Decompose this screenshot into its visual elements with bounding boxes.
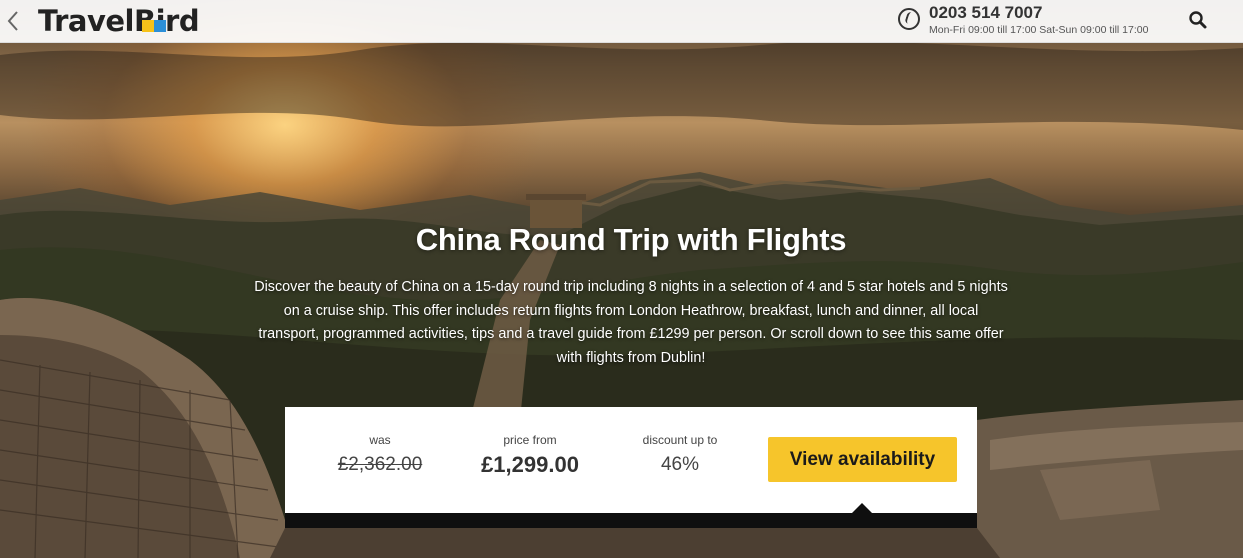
was-price-column: was £2,362.00	[320, 407, 440, 513]
phone-number[interactable]: 0203 514 7007	[929, 3, 1042, 23]
phone-hours: Mon-Fri 09:00 till 17:00 Sat-Sun 09:00 t…	[929, 24, 1149, 36]
was-price: £2,362.00	[337, 454, 423, 475]
price-from-value: £1,299.00	[481, 452, 579, 477]
price-from-column: price from £1,299.00	[470, 407, 590, 513]
back-chevron-icon[interactable]	[6, 10, 20, 32]
price-box-bottom-bar	[285, 513, 977, 528]
search-icon[interactable]	[1188, 10, 1208, 30]
travelbird-logo[interactable]: TravelBird	[38, 3, 200, 39]
was-label: was	[369, 433, 391, 447]
view-availability-button[interactable]: View availability	[768, 437, 957, 482]
phone-icon	[898, 8, 920, 30]
price-from-label: price from	[503, 433, 557, 447]
discount-column: discount up to 46%	[620, 407, 740, 513]
offer-description: Discover the beauty of China on a 15-day…	[254, 279, 1008, 366]
logo-mark-icon	[142, 20, 166, 32]
price-box-notch	[852, 503, 872, 513]
offer-title: China Round Trip with Flights	[415, 222, 847, 257]
discount-value: 46%	[660, 454, 700, 475]
discount-label: discount up to	[642, 433, 718, 447]
top-header-bar: TravelBird 0203 514 7007 Mon-Fri 09:00 t…	[0, 0, 1243, 43]
